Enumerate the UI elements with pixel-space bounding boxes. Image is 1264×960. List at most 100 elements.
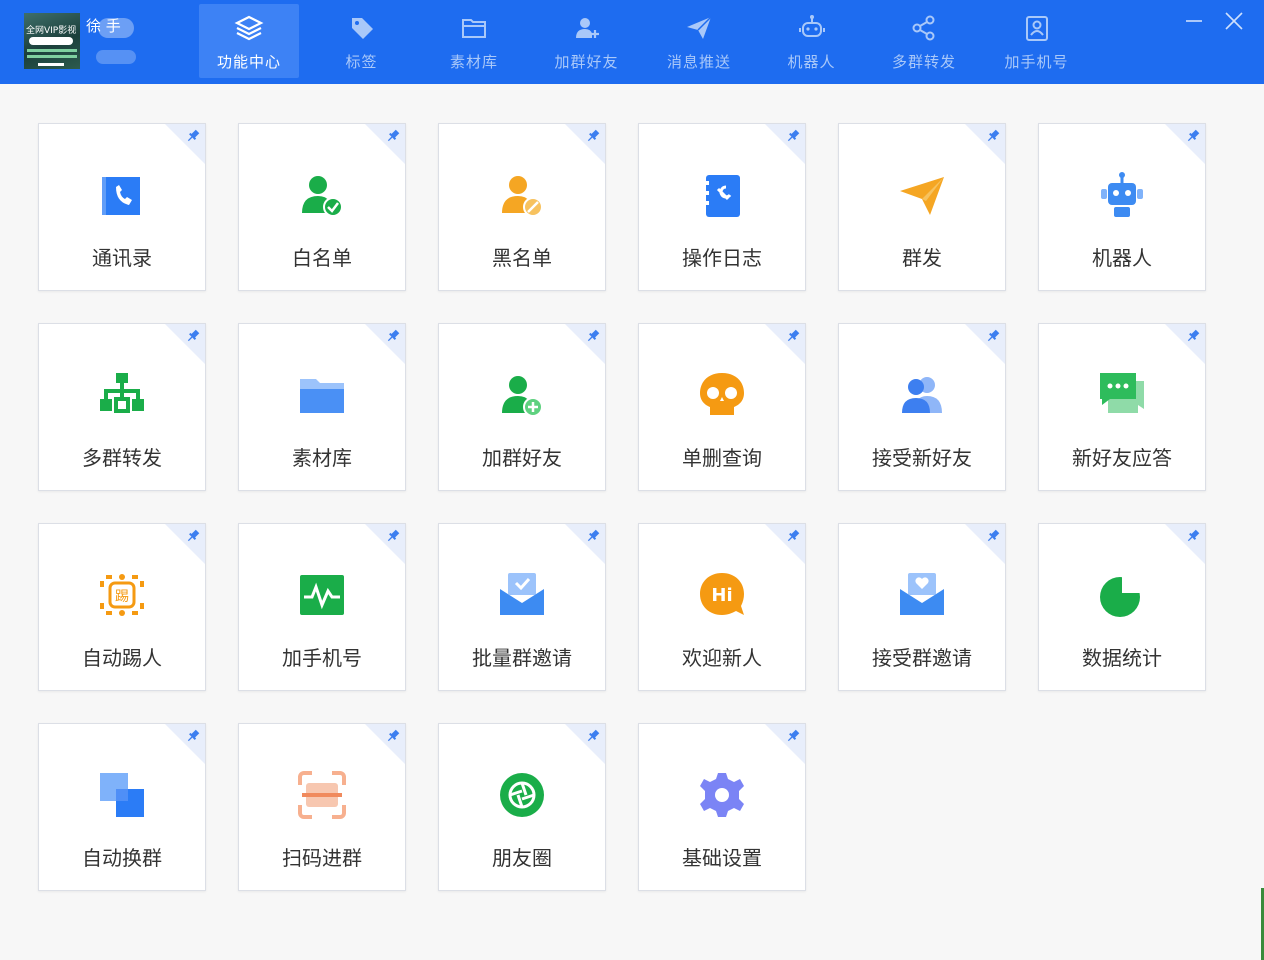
close-icon[interactable]	[1223, 10, 1245, 32]
function-card-log-book[interactable]: 操作日志	[638, 123, 806, 291]
function-card-user-check[interactable]: 白名单	[238, 123, 406, 291]
function-card-paper-plane[interactable]: 群发	[838, 123, 1006, 291]
function-card-scan[interactable]: 扫码进群	[238, 723, 406, 891]
tab-label: 加群好友	[554, 53, 619, 71]
function-card-label: 欢迎新人	[682, 646, 762, 670]
avatar[interactable]: 全网VIP影视	[24, 13, 80, 69]
function-card-label: 扫码进群	[282, 846, 362, 870]
tab-layers[interactable]: 功能中心	[199, 4, 299, 78]
svg-text:Hi: Hi	[711, 585, 732, 606]
function-card-swap-squares[interactable]: 自动换群	[38, 723, 206, 891]
function-card-robot[interactable]: 机器人	[1038, 123, 1206, 291]
org-chart-icon	[100, 373, 144, 413]
function-card-contacts-book[interactable]: 通讯录	[38, 123, 206, 291]
function-card-label: 多群转发	[82, 446, 162, 470]
folder-icon	[300, 379, 344, 413]
pin-icon[interactable]	[365, 324, 405, 364]
pin-icon[interactable]	[765, 124, 805, 164]
function-card-pie-chart[interactable]: 数据统计	[1038, 523, 1206, 691]
pin-icon[interactable]	[565, 524, 605, 564]
svg-text:踢: 踢	[115, 589, 129, 605]
pie-chart-icon	[1100, 573, 1144, 617]
pin-icon[interactable]	[1165, 124, 1205, 164]
function-card-label: 基础设置	[682, 846, 762, 870]
tab-label: 素材库	[449, 53, 498, 71]
user-name-redaction	[98, 18, 134, 38]
pin-icon[interactable]	[365, 124, 405, 164]
pin-icon[interactable]	[565, 124, 605, 164]
pin-icon[interactable]	[365, 524, 405, 564]
tag-icon	[351, 18, 373, 39]
function-card-label: 单删查询	[682, 446, 762, 470]
function-card-kick[interactable]: 踢自动踢人	[38, 523, 206, 691]
function-card-camera-shutter[interactable]: 朋友圈	[438, 723, 606, 891]
user-id-redaction	[96, 50, 136, 64]
share-icon	[912, 15, 935, 41]
pin-icon[interactable]	[1165, 324, 1205, 364]
mail-heart-icon	[900, 573, 944, 615]
contacts-book-icon	[102, 177, 140, 215]
function-card-label: 机器人	[1092, 246, 1152, 270]
function-card-pulse-monitor[interactable]: 加手机号	[238, 523, 406, 691]
folder-icon	[462, 19, 486, 38]
pin-icon[interactable]	[165, 724, 205, 764]
function-card-label: 加群好友	[482, 446, 562, 470]
hi-bubble-icon: Hi	[700, 573, 744, 615]
robot-icon	[1101, 172, 1143, 217]
pin-icon[interactable]	[165, 524, 205, 564]
layers-icon	[234, 15, 264, 41]
function-card-mail-heart[interactable]: 接受群邀请	[838, 523, 1006, 691]
log-book-icon	[703, 175, 740, 217]
function-card-user-block[interactable]: 黑名单	[438, 123, 606, 291]
pin-icon[interactable]	[765, 324, 805, 364]
function-card-label: 新好友应答	[1072, 446, 1172, 470]
pin-icon[interactable]	[765, 724, 805, 764]
kick-icon: 踢	[100, 574, 144, 616]
pin-icon[interactable]	[965, 324, 1005, 364]
tab-share[interactable]: 多群转发	[874, 4, 974, 78]
pin-icon[interactable]	[765, 524, 805, 564]
chat-bubble-icon	[1100, 373, 1144, 413]
contact-card-icon	[1025, 16, 1048, 41]
mail-check-icon	[500, 573, 544, 615]
function-card-label: 批量群邀请	[472, 646, 572, 670]
function-card-mail-check[interactable]: 批量群邀请	[438, 523, 606, 691]
pin-icon[interactable]	[565, 724, 605, 764]
function-card-label: 自动踢人	[82, 646, 162, 670]
function-card-user-add[interactable]: 加群好友	[438, 323, 606, 491]
function-card-user-group[interactable]: 接受新好友	[838, 323, 1006, 491]
top-bar: 全网VIP影视 徐 手 功能中心 标签 素材库 加群好友 消息推送 机器人 多群转发 加手机号	[0, 0, 1264, 84]
tab-label: 多群转发	[891, 53, 956, 71]
function-card-folder[interactable]: 素材库	[238, 323, 406, 491]
minimize-icon[interactable]	[1183, 10, 1205, 32]
pin-icon[interactable]	[165, 324, 205, 364]
pin-icon[interactable]	[965, 124, 1005, 164]
tab-label: 消息推送	[666, 53, 731, 71]
pin-icon[interactable]	[365, 724, 405, 764]
tab-contact-card[interactable]: 加手机号	[987, 4, 1087, 78]
tab-tag[interactable]: 标签	[312, 4, 412, 78]
scan-icon	[298, 771, 346, 819]
function-card-label: 素材库	[292, 446, 352, 470]
function-card-hi-bubble[interactable]: Hi 欢迎新人	[638, 523, 806, 691]
function-card-label: 操作日志	[682, 246, 762, 270]
user-group-icon	[902, 377, 942, 413]
function-card-chat-bubble[interactable]: 新好友应答	[1038, 323, 1206, 491]
pin-icon[interactable]	[965, 524, 1005, 564]
function-card-label: 加手机号	[282, 646, 362, 670]
swap-squares-icon	[100, 773, 144, 817]
pin-icon[interactable]	[1165, 524, 1205, 564]
pin-icon[interactable]	[565, 324, 605, 364]
tab-robot[interactable]: 机器人	[762, 4, 862, 78]
tab-folder[interactable]: 素材库	[424, 4, 524, 78]
tab-add-user[interactable]: 加群好友	[537, 4, 637, 78]
function-card-org-chart[interactable]: 多群转发	[38, 323, 206, 491]
pulse-monitor-icon	[300, 575, 344, 615]
function-card-gear[interactable]: 基础设置	[638, 723, 806, 891]
function-card-label: 朋友圈	[492, 846, 552, 870]
pin-icon[interactable]	[165, 124, 205, 164]
function-card-skull[interactable]: 单删查询	[638, 323, 806, 491]
function-card-label: 接受群邀请	[872, 646, 972, 670]
function-card-label: 群发	[902, 246, 942, 270]
tab-paper-plane[interactable]: 消息推送	[649, 4, 749, 78]
